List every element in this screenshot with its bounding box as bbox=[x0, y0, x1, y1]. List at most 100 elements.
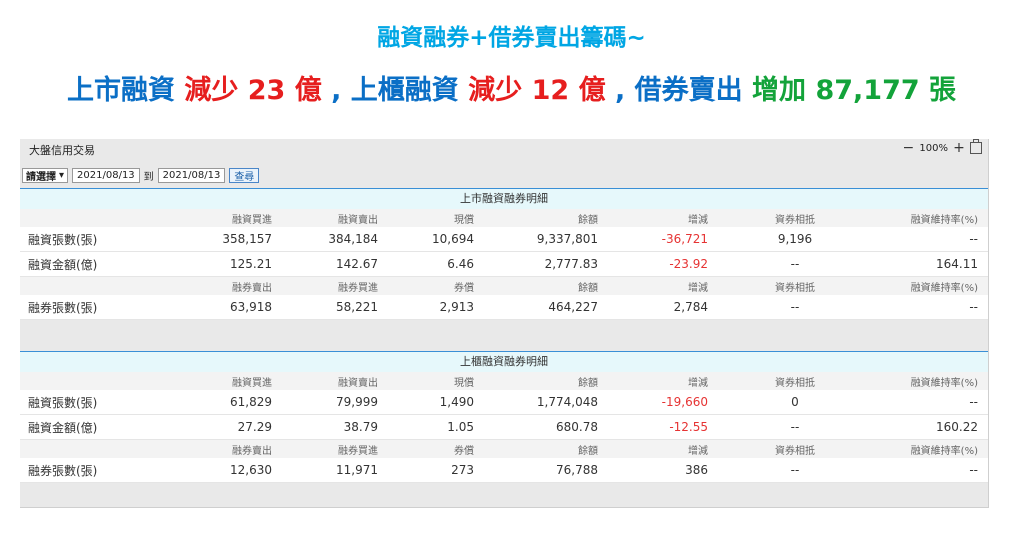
row-label: 融資金額(億) bbox=[28, 420, 98, 435]
column-header: 融資維持率(%) bbox=[910, 377, 978, 389]
table-cell: 61,829 bbox=[230, 395, 272, 409]
table-cell: 142.67 bbox=[336, 257, 378, 271]
credit-trading-panel: 大盤信用交易 − 100% + 請選擇 ▾ 2021/08/13 到 2021/… bbox=[20, 139, 989, 508]
filter-bar: 請選擇 ▾ 2021/08/13 到 2021/08/13 查尋 bbox=[22, 168, 260, 183]
listed-margin-section: 上市融資融券明細 融資買進 融資賣出 現償 餘額 增減 資券相抵 融資維持率(%) 融資張數(張… bbox=[20, 188, 988, 320]
table-cell: 9,337,801 bbox=[536, 232, 598, 246]
table-row: 融資張數(張) 358,157 384,184 10,694 9,337,801 -36,… bbox=[20, 227, 988, 252]
period-select-value: 請選擇 bbox=[26, 172, 56, 183]
panel-title: 大盤信用交易 bbox=[29, 144, 95, 157]
table-header-row: 融券賣出 融券買進 券償 餘額 增減 資券相抵 融資維持率(%) bbox=[20, 440, 988, 458]
headline-segment: 增加 87,177 張 bbox=[752, 75, 957, 106]
row-label: 融券張數(張) bbox=[28, 300, 98, 315]
table-cell: 79,999 bbox=[336, 395, 378, 409]
column-header: 融資賣出 bbox=[338, 377, 378, 389]
zoom-out-button[interactable]: − bbox=[901, 141, 915, 155]
headline-segment: 上市融資 bbox=[66, 75, 185, 106]
row-label: 融資金額(億) bbox=[28, 257, 98, 272]
headline-summary: 上市融資 減少 23 億 , 上櫃融資 減少 12 億 , 借券賣出 增加 87… bbox=[0, 68, 1023, 107]
column-header: 資券相抵 bbox=[775, 445, 815, 457]
table-cell: 125.21 bbox=[230, 257, 272, 271]
column-header: 資券相抵 bbox=[775, 282, 815, 294]
column-header: 餘額 bbox=[578, 445, 598, 457]
column-header: 增減 bbox=[688, 377, 708, 389]
table-header-row: 融券賣出 融券買進 券償 餘額 增減 資券相抵 融資維持率(%) bbox=[20, 277, 988, 295]
column-header: 融券買進 bbox=[338, 282, 378, 294]
table-row: 融資金額(億) 27.29 38.79 1.05 680.78 -12.55 -- 160.2… bbox=[20, 415, 988, 440]
date-to-input[interactable]: 2021/08/13 bbox=[157, 168, 226, 183]
table-header-row: 融資買進 融資賣出 現償 餘額 增減 資券相抵 融資維持率(%) bbox=[20, 209, 988, 227]
column-header: 增減 bbox=[688, 214, 708, 226]
column-header: 券償 bbox=[454, 445, 474, 457]
column-header: 融資買進 bbox=[232, 214, 272, 226]
column-header: 資券相抵 bbox=[775, 377, 815, 389]
table-cell: 11,971 bbox=[336, 463, 378, 477]
period-select[interactable]: 請選擇 ▾ bbox=[22, 168, 69, 183]
table-cell: 12,630 bbox=[230, 463, 272, 477]
table-cell: 2,913 bbox=[439, 300, 474, 314]
table-cell: 358,157 bbox=[222, 232, 272, 246]
table-cell: 1,774,048 bbox=[536, 395, 598, 409]
table-cell: -19,660 bbox=[661, 395, 708, 409]
table-cell: 160.22 bbox=[936, 420, 978, 434]
column-header: 餘額 bbox=[578, 377, 598, 389]
table-cell: 76,788 bbox=[556, 463, 598, 477]
table-cell: -- bbox=[790, 463, 800, 477]
table-cell: -- bbox=[790, 300, 800, 314]
print-icon[interactable] bbox=[970, 139, 982, 154]
zoom-controls: − 100% + bbox=[901, 139, 982, 155]
column-header: 融資維持率(%) bbox=[910, 282, 978, 294]
column-header: 現償 bbox=[454, 377, 474, 389]
column-header: 券償 bbox=[454, 282, 474, 294]
column-header: 餘額 bbox=[578, 214, 598, 226]
date-range-to-label: 到 bbox=[143, 172, 154, 183]
caret-down-icon: ▾ bbox=[59, 170, 65, 181]
column-header: 增減 bbox=[688, 282, 708, 294]
headline-title: 融資融券+借券賣出籌碼~ bbox=[377, 25, 646, 51]
table-cell: 1.05 bbox=[447, 420, 474, 434]
table-cell: -- bbox=[969, 395, 978, 409]
table-header-row: 融資買進 融資賣出 現償 餘額 增減 資券相抵 融資維持率(%) bbox=[20, 372, 988, 390]
table-cell: -- bbox=[969, 463, 978, 477]
row-label: 融資張數(張) bbox=[28, 395, 98, 410]
column-header: 資券相抵 bbox=[775, 214, 815, 226]
section-header: 上市融資融券明細 bbox=[20, 188, 988, 209]
query-button[interactable]: 查尋 bbox=[229, 168, 260, 183]
table-cell: 58,221 bbox=[336, 300, 378, 314]
column-header: 融資維持率(%) bbox=[910, 445, 978, 457]
table-cell: 9,196 bbox=[777, 232, 813, 246]
table-cell: 0 bbox=[791, 395, 799, 409]
table-cell: -23.92 bbox=[669, 257, 708, 271]
row-label: 融資張數(張) bbox=[28, 232, 98, 247]
table-cell: 38.79 bbox=[343, 420, 378, 434]
table-cell: 10,694 bbox=[432, 232, 474, 246]
table-row: 融券張數(張) 63,918 58,221 2,913 464,227 2,784 -- -- bbox=[20, 295, 988, 320]
column-header: 餘額 bbox=[578, 282, 598, 294]
zoom-in-button[interactable]: + bbox=[952, 141, 966, 155]
column-header: 增減 bbox=[688, 445, 708, 457]
table-cell: 464,227 bbox=[548, 300, 598, 314]
table-cell: -- bbox=[969, 300, 978, 314]
column-header: 融資維持率(%) bbox=[910, 214, 978, 226]
column-header: 融資賣出 bbox=[338, 214, 378, 226]
table-cell: 27.29 bbox=[237, 420, 272, 434]
table-cell: 2,784 bbox=[673, 300, 708, 314]
row-label: 融券張數(張) bbox=[28, 463, 98, 478]
table-cell: -- bbox=[969, 232, 978, 246]
table-cell: 680.78 bbox=[556, 420, 598, 434]
table-cell: 63,918 bbox=[230, 300, 272, 314]
column-header: 融券賣出 bbox=[232, 282, 272, 294]
table-cell: 164.11 bbox=[936, 257, 978, 271]
column-header: 現償 bbox=[454, 214, 474, 226]
table-row: 融券張數(張) 12,630 11,971 273 76,788 386 -- -- bbox=[20, 458, 988, 483]
headline-segment: 減少 12 億 bbox=[468, 75, 606, 106]
table-cell: 273 bbox=[451, 463, 474, 477]
table-cell: 386 bbox=[685, 463, 708, 477]
table-cell: -- bbox=[790, 257, 800, 271]
table-row: 融資張數(張) 61,829 79,999 1,490 1,774,048 -19,660… bbox=[20, 390, 988, 415]
table-cell: -12.55 bbox=[669, 420, 708, 434]
date-from-input[interactable]: 2021/08/13 bbox=[72, 168, 140, 183]
column-header: 融資買進 bbox=[232, 377, 272, 389]
otc-margin-section: 上櫃融資融券明細 融資買進 融資賣出 現償 餘額 增減 資券相抵 融資維持率(%) 融資張數(張… bbox=[20, 351, 988, 483]
column-header: 融券買進 bbox=[338, 445, 378, 457]
